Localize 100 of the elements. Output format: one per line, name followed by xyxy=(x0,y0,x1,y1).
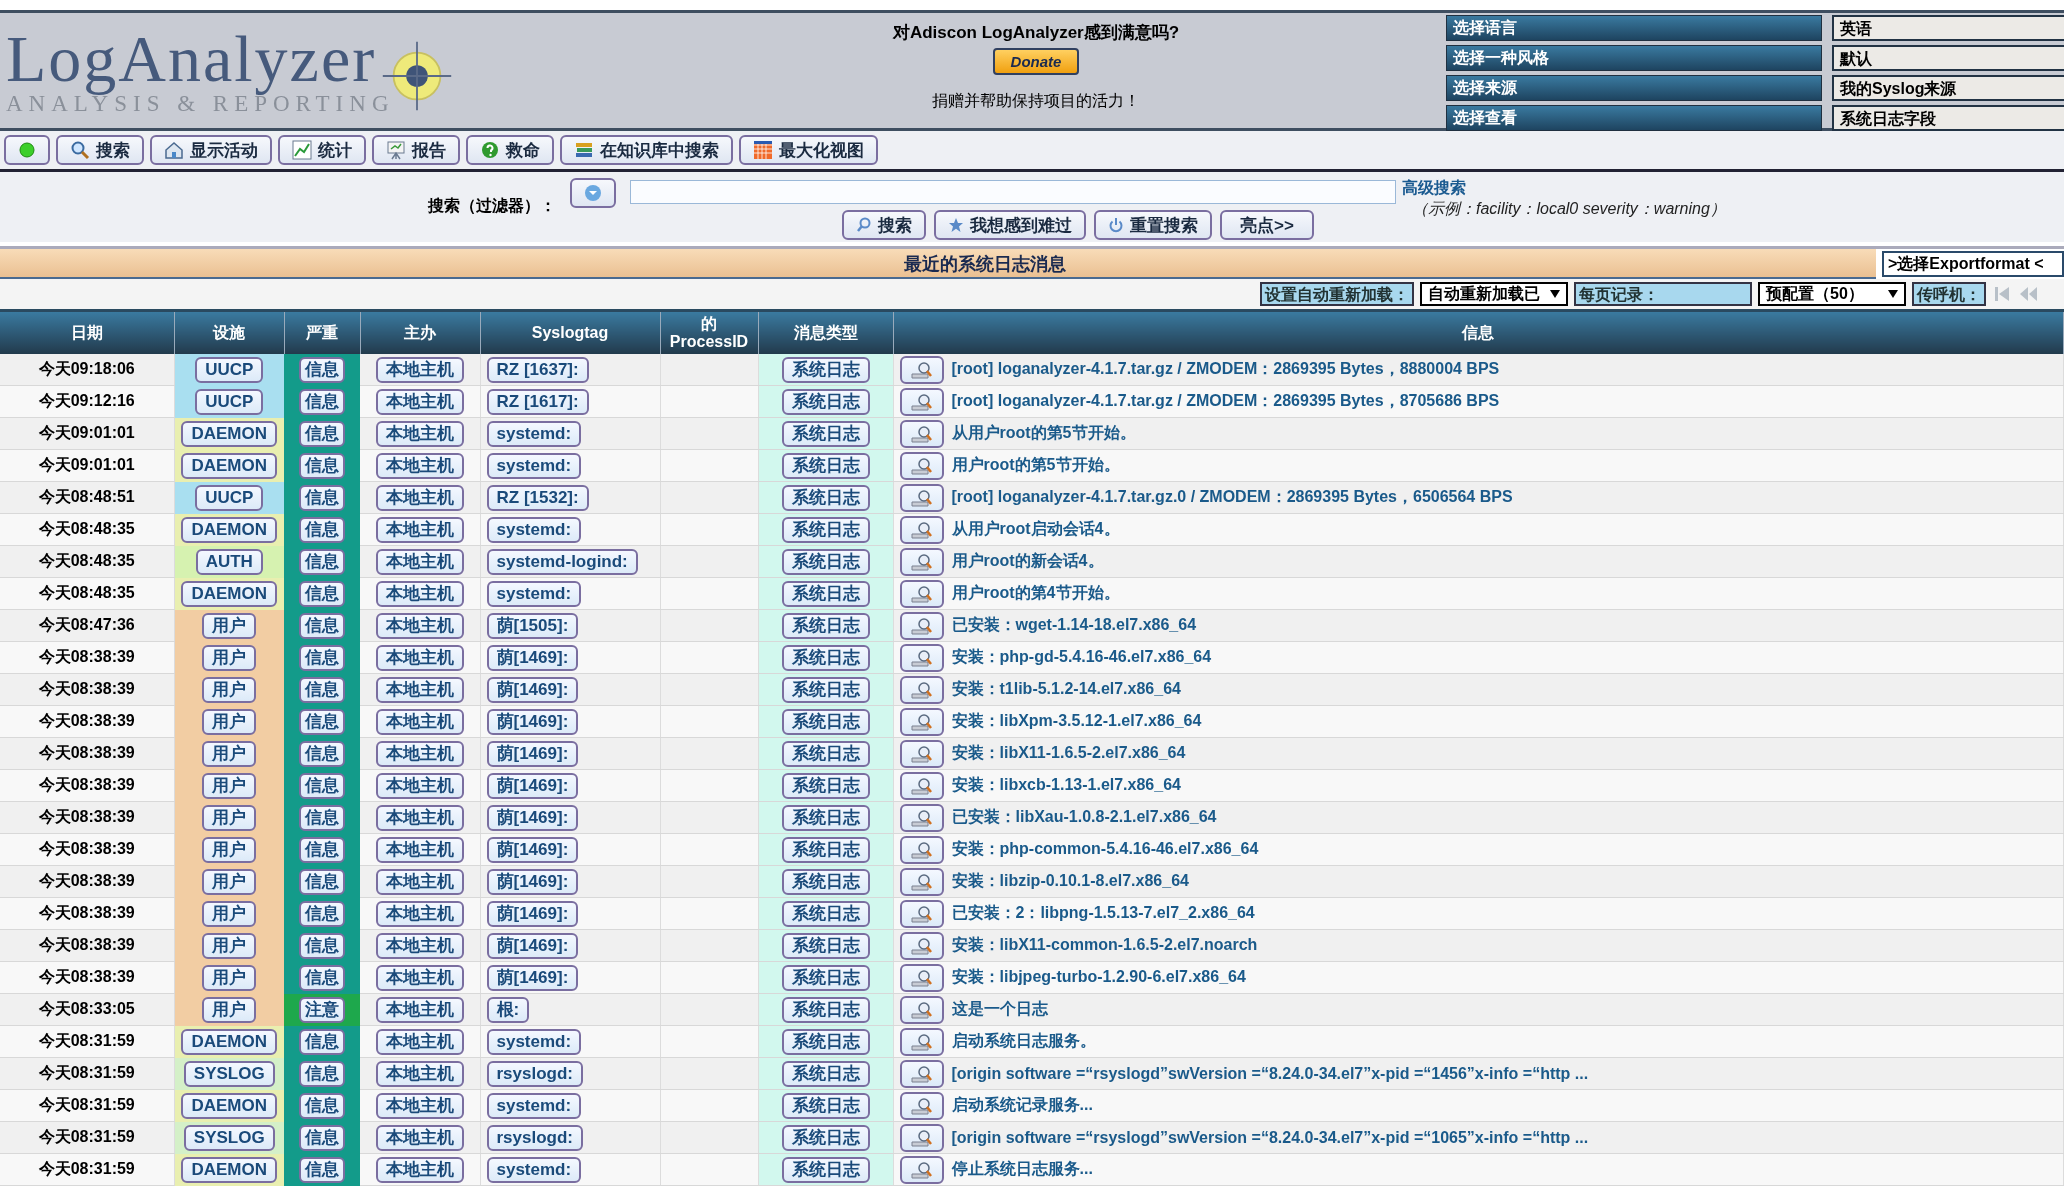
syslogtag-link[interactable]: systemd: xyxy=(486,1156,582,1183)
details-button[interactable] xyxy=(899,1155,944,1184)
details-button[interactable] xyxy=(899,547,944,576)
facility-link[interactable]: DAEMON xyxy=(181,452,278,479)
search-action-button[interactable]: 我想感到难过 xyxy=(934,210,1087,240)
host-link[interactable]: 本地主机 xyxy=(375,1060,464,1087)
message-link[interactable]: 已安装：2：libpng-1.5.13-7.el7_2.x86_64 xyxy=(951,903,1255,924)
severity-link[interactable]: 信息 xyxy=(299,612,345,639)
facility-link[interactable]: 用户 xyxy=(202,900,257,927)
host-link[interactable]: 本地主机 xyxy=(375,740,464,767)
message-link[interactable]: 启动系统日志服务。 xyxy=(951,1031,1096,1052)
host-link[interactable]: 本地主机 xyxy=(375,1028,464,1055)
message-link[interactable]: 用户root的第4节开始。 xyxy=(951,583,1120,604)
syslogtag-link[interactable]: systemd: xyxy=(486,1028,582,1055)
message-type-link[interactable]: 系统日志 xyxy=(781,1092,870,1119)
host-link[interactable]: 本地主机 xyxy=(375,1092,464,1119)
severity-link[interactable]: 信息 xyxy=(299,1028,345,1055)
severity-link[interactable]: 信息 xyxy=(299,1156,345,1183)
auto-reload-dropdown[interactable]: 自动重新加载已 xyxy=(1420,282,1568,306)
selector-dropdown[interactable]: 系统日志字段 xyxy=(1832,105,2064,131)
severity-link[interactable]: 信息 xyxy=(299,740,345,767)
selector-dropdown[interactable]: 英语 xyxy=(1832,15,2064,41)
message-type-link[interactable]: 系统日志 xyxy=(781,420,870,447)
message-type-link[interactable]: 系统日志 xyxy=(781,772,870,799)
message-type-link[interactable]: 系统日志 xyxy=(781,836,870,863)
toolbar-button[interactable]: 报告 xyxy=(372,135,460,165)
details-button[interactable] xyxy=(899,899,944,928)
host-link[interactable]: 本地主机 xyxy=(375,900,464,927)
message-type-link[interactable]: 系统日志 xyxy=(781,548,870,575)
message-link[interactable]: [origin software =“rsyslogd”swVersion =“8.24.0-34.el7”x-pid =“1456”x-info =“http ... xyxy=(951,1064,1589,1083)
filter-options-button[interactable] xyxy=(570,178,616,208)
facility-link[interactable]: DAEMON xyxy=(181,1156,278,1183)
message-link[interactable]: 停止系统日志服务... xyxy=(951,1159,1093,1180)
details-button[interactable] xyxy=(899,1059,944,1088)
message-type-link[interactable]: 系统日志 xyxy=(781,452,870,479)
syslogtag-link[interactable]: 荫[1469]: xyxy=(486,868,579,895)
toolbar-button[interactable]: 统计 xyxy=(278,135,366,165)
host-link[interactable]: 本地主机 xyxy=(375,1124,464,1151)
severity-link[interactable]: 信息 xyxy=(299,548,345,575)
message-link[interactable]: 安装：libzip-0.10.1-8.el7.x86_64 xyxy=(951,871,1189,892)
host-link[interactable]: 本地主机 xyxy=(375,388,464,415)
syslogtag-link[interactable]: 根: xyxy=(486,996,530,1023)
host-link[interactable]: 本地主机 xyxy=(375,1156,464,1183)
message-link[interactable]: [root] loganalyzer-4.1.7.tar.gz.0 / ZMODEM：2869395 Bytes，6506564 BPS xyxy=(951,487,1513,508)
toolbar-button[interactable]: 显示活动 xyxy=(150,135,272,165)
message-link[interactable]: 从用户root启动会话4。 xyxy=(951,519,1120,540)
export-format-button[interactable]: >选择Exportformat < xyxy=(1882,251,2064,277)
message-type-link[interactable]: 系统日志 xyxy=(781,804,870,831)
severity-link[interactable]: 信息 xyxy=(299,420,345,447)
syslogtag-link[interactable]: systemd: xyxy=(486,452,582,479)
search-action-button[interactable]: 重置搜索 xyxy=(1094,210,1213,240)
syslogtag-link[interactable]: 荫[1469]: xyxy=(486,900,579,927)
host-link[interactable]: 本地主机 xyxy=(375,516,464,543)
facility-link[interactable]: SYSLOG xyxy=(183,1060,275,1087)
facility-link[interactable]: 用户 xyxy=(202,676,257,703)
facility-link[interactable]: UUCP xyxy=(195,388,264,415)
facility-link[interactable]: 用户 xyxy=(202,996,257,1023)
message-type-link[interactable]: 系统日志 xyxy=(781,708,870,735)
syslogtag-link[interactable]: systemd: xyxy=(486,580,582,607)
details-button[interactable] xyxy=(899,579,944,608)
syslogtag-link[interactable]: RZ [1637]: xyxy=(486,356,589,383)
message-type-link[interactable]: 系统日志 xyxy=(781,932,870,959)
message-link[interactable]: 安装：t1lib-5.1.2-14.el7.x86_64 xyxy=(951,679,1181,700)
facility-link[interactable]: DAEMON xyxy=(181,1092,278,1119)
message-link[interactable]: 安装：libjpeg-turbo-1.2.90-6.el7.x86_64 xyxy=(951,967,1246,988)
host-link[interactable]: 本地主机 xyxy=(375,772,464,799)
severity-link[interactable]: 信息 xyxy=(299,676,345,703)
severity-link[interactable]: 信息 xyxy=(299,1092,345,1119)
syslogtag-link[interactable]: 荫[1469]: xyxy=(486,740,579,767)
severity-link[interactable]: 信息 xyxy=(299,516,345,543)
host-link[interactable]: 本地主机 xyxy=(375,484,464,511)
syslogtag-link[interactable]: 荫[1469]: xyxy=(486,676,579,703)
syslogtag-link[interactable]: RZ [1532]: xyxy=(486,484,589,511)
message-type-link[interactable]: 系统日志 xyxy=(781,1028,870,1055)
selector-dropdown[interactable]: 默认 xyxy=(1832,45,2064,71)
host-link[interactable]: 本地主机 xyxy=(375,964,464,991)
syslogtag-link[interactable]: 荫[1505]: xyxy=(486,612,579,639)
facility-link[interactable]: DAEMON xyxy=(181,1028,278,1055)
message-type-link[interactable]: 系统日志 xyxy=(781,580,870,607)
message-link[interactable]: [origin software =“rsyslogd”swVersion =“8.24.0-34.el7”x-pid =“1065”x-info =“http ... xyxy=(951,1128,1589,1147)
host-link[interactable]: 本地主机 xyxy=(375,644,464,671)
details-button[interactable] xyxy=(899,355,944,384)
message-type-link[interactable]: 系统日志 xyxy=(781,676,870,703)
details-button[interactable] xyxy=(899,963,944,992)
selector-dropdown[interactable]: 我的Syslog来源 xyxy=(1832,75,2064,101)
message-link[interactable]: 这是一个日志 xyxy=(951,999,1048,1020)
host-link[interactable]: 本地主机 xyxy=(375,708,464,735)
message-type-link[interactable]: 系统日志 xyxy=(781,612,870,639)
message-type-link[interactable]: 系统日志 xyxy=(781,740,870,767)
details-button[interactable] xyxy=(899,1091,944,1120)
syslogtag-link[interactable]: systemd: xyxy=(486,516,582,543)
syslogtag-link[interactable]: 荫[1469]: xyxy=(486,804,579,831)
details-button[interactable] xyxy=(899,739,944,768)
severity-link[interactable]: 信息 xyxy=(299,356,345,383)
host-link[interactable]: 本地主机 xyxy=(375,452,464,479)
facility-link[interactable]: 用户 xyxy=(202,804,257,831)
details-button[interactable] xyxy=(899,707,944,736)
details-button[interactable] xyxy=(899,419,944,448)
syslogtag-link[interactable]: systemd-logind: xyxy=(486,548,638,575)
host-link[interactable]: 本地主机 xyxy=(375,868,464,895)
